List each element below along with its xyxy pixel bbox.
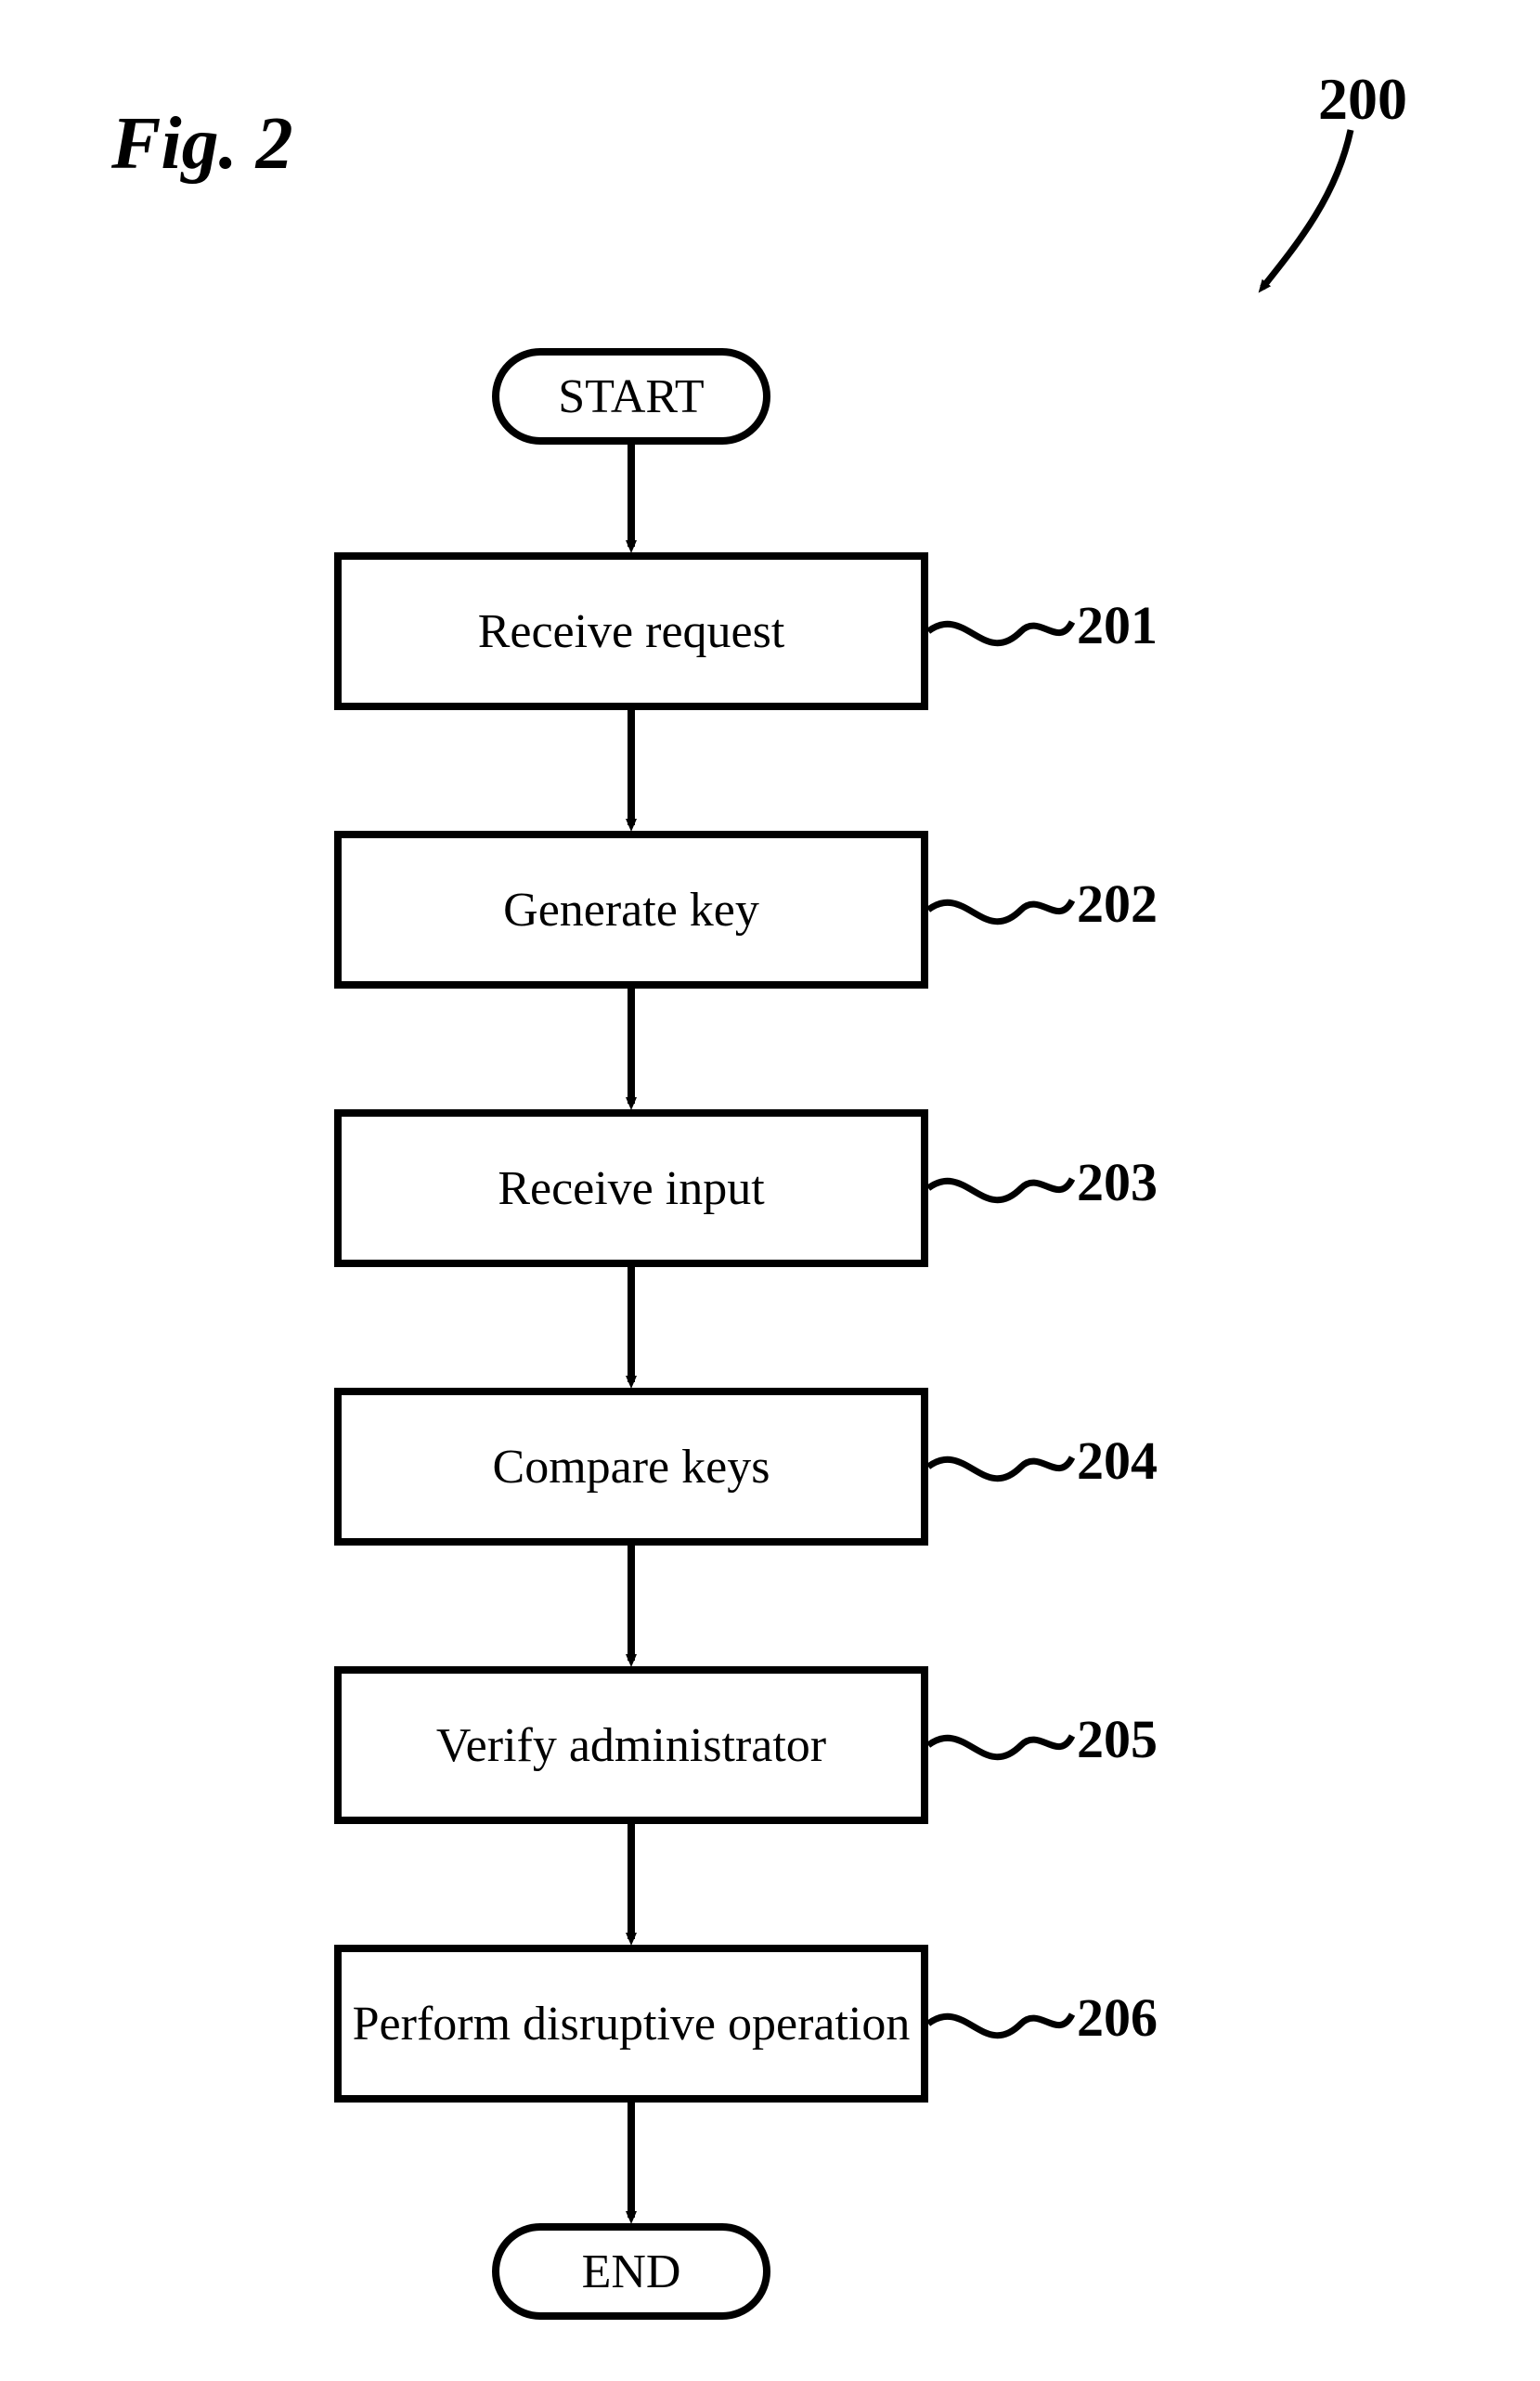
label-203: 203	[1077, 1151, 1158, 1213]
end-node: END	[492, 2223, 770, 2320]
label-201: 201	[1077, 594, 1158, 656]
label-206: 206	[1077, 1986, 1158, 2049]
leader-205	[928, 1736, 1072, 1757]
figure-canvas: Fig. 2 200 START Receive request Generat…	[0, 0, 1540, 2381]
label-202: 202	[1077, 873, 1158, 935]
step-204-box: Compare keys	[334, 1388, 928, 1546]
step-201-box: Receive request	[334, 552, 928, 710]
label-204: 204	[1077, 1430, 1158, 1492]
label-205: 205	[1077, 1708, 1158, 1770]
leader-204	[928, 1457, 1072, 1479]
leader-202	[928, 900, 1072, 922]
leader-201	[928, 622, 1072, 643]
step-205-box: Verify administrator	[334, 1666, 928, 1824]
leader-203	[928, 1179, 1072, 1200]
step-206-box: Perform disruptive operation	[334, 1945, 928, 2103]
overall-ref-200: 200	[1318, 65, 1407, 134]
start-node: START	[492, 348, 770, 445]
step-203-box: Receive input	[334, 1109, 928, 1267]
figure-title: Fig. 2	[111, 102, 293, 187]
step-202-box: Generate key	[334, 831, 928, 989]
leader-200	[1262, 130, 1351, 288]
leader-206	[928, 2014, 1072, 2036]
